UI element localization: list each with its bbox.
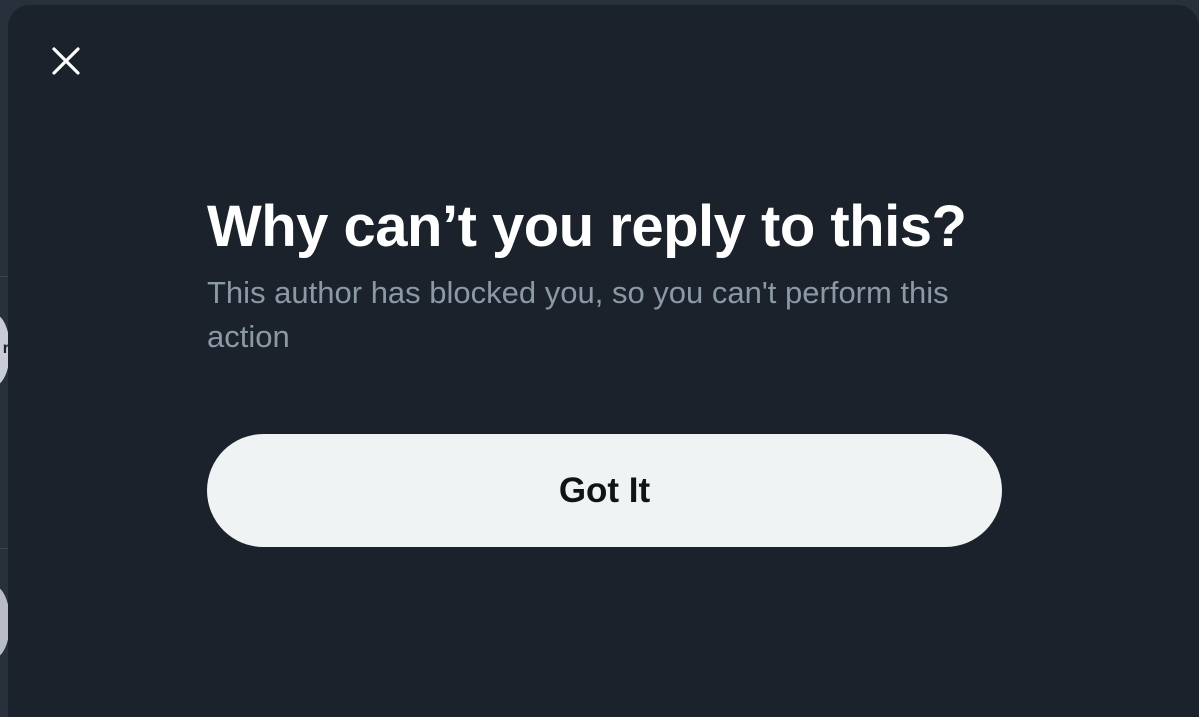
reply-restriction-dialog: Why can’t you reply to this? This author… <box>8 5 1199 717</box>
dialog-message: This author has blocked you, so you can'… <box>207 275 949 354</box>
dialog-content: Why can’t you reply to this? This author… <box>207 191 1007 359</box>
dialog-title: Why can’t you reply to this? <box>207 194 967 259</box>
close-button[interactable] <box>46 43 86 83</box>
got-it-button[interactable]: Got It <box>207 434 1002 547</box>
close-icon[interactable] <box>51 46 81 81</box>
